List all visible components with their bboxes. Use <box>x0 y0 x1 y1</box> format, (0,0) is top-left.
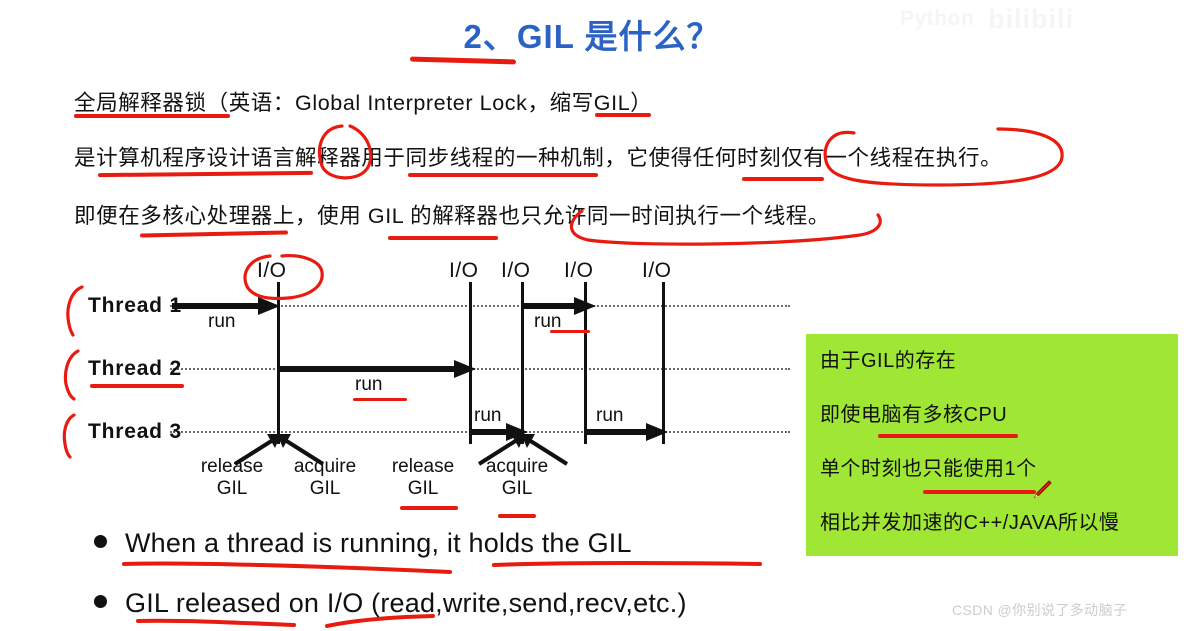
bracket-annotation-thread-1 <box>66 285 84 337</box>
bullet-text-1: When a thread is running, it holds the G… <box>125 528 632 558</box>
paragraph-definition: 全局解释器锁（英语：Global Interpreter Lock，缩写GIL） <box>74 91 653 115</box>
underline-annotation-acquire-gil-2 <box>498 514 536 518</box>
underline-annotation-bullet-2a <box>136 618 296 627</box>
underline-annotation-run-thread2 <box>353 398 407 401</box>
underline-annotation-tongbu <box>408 173 598 177</box>
io-label-2: I/O <box>449 259 479 282</box>
io-label-3: I/O <box>501 259 531 282</box>
run-label-thread3-seg1: run <box>474 405 502 426</box>
gil-event-release-2: release GIL <box>381 456 465 500</box>
underline-annotation-bullet-1a <box>122 561 452 574</box>
sweep-annotation-zhixing-yige-xiancheng <box>569 209 882 246</box>
gil-event-resource-acquire-2: GIL <box>501 478 533 499</box>
bullet-item-1: When a thread is running, it holds the G… <box>94 528 632 559</box>
green-summary-box: 由于GIL的存在 即使电脑有多核CPU 单个时刻也只能使用1个 相比并发加速的C… <box>806 334 1178 556</box>
green-box-line-3: 单个时刻也只能使用1个 <box>820 458 1037 480</box>
underline-annotation-jisuanji <box>97 170 314 178</box>
underline-annotation-shike <box>742 177 824 181</box>
page-title: 2、GIL 是什么？ <box>463 18 721 55</box>
gil-event-release-1: release GIL <box>190 456 274 500</box>
run-label-thread2-seg1: run <box>355 374 383 395</box>
gil-event-acquire-1: acquire GIL <box>283 456 367 500</box>
csdn-watermark: CSDN @你别说了多动脑子 <box>952 602 1128 618</box>
underline-annotation-quanju <box>74 114 230 118</box>
green-box-line-1: 由于GIL的存在 <box>820 350 957 372</box>
green-box-line-4: 相比并发加速的C++/JAVA所以慢 <box>820 512 1120 534</box>
gil-event-resource-acquire-1: GIL <box>309 478 341 499</box>
gil-event-acquire-2: acquire GIL <box>475 456 559 500</box>
gil-event-action-acquire-2: acquire <box>485 456 549 477</box>
bullet-dot-icon <box>94 595 107 608</box>
gil-event-resource-release-2: GIL <box>407 478 439 499</box>
pen-cursor-icon <box>1033 480 1052 499</box>
gil-timeline-diagram: I/O I/O I/O I/O I/O Thread 1 Thread 2 Th… <box>0 248 790 518</box>
bullet-dot-icon <box>94 535 107 548</box>
gil-event-action-release-2: release <box>391 456 455 477</box>
underline-annotation-bullet-1b <box>492 561 762 567</box>
thread-label-2: Thread 2 <box>88 357 182 380</box>
thread-label-3: Thread 3 <box>88 420 182 443</box>
run-label-thread3-seg2: run <box>596 405 624 426</box>
gil-event-action-acquire-1: acquire <box>293 456 357 477</box>
underline-annotation-gil-abbrev <box>595 113 651 117</box>
underline-annotation-duohe-cpu <box>878 434 1018 438</box>
bracket-annotation-thread-2 <box>63 349 80 401</box>
circle-annotation-jinyou-yige-xiancheng <box>823 127 1064 187</box>
underline-annotation-gil-jieshiqi <box>388 236 498 240</box>
bracket-annotation-thread-3 <box>62 413 76 459</box>
io-line-5 <box>662 282 665 444</box>
circle-annotation-jieshiqi <box>317 124 373 180</box>
run-label-thread1-seg1: run <box>208 311 236 332</box>
underline-annotation-run-thread1 <box>550 330 590 333</box>
underline-annotation-release-gil-2 <box>400 506 458 510</box>
green-box-line-2: 即使电脑有多核CPU <box>820 404 1008 426</box>
underline-annotation-thread-2 <box>90 384 184 388</box>
underline-annotation-bullet-2b <box>325 614 435 628</box>
underline-annotation-duohexin <box>139 230 289 238</box>
io-label-5: I/O <box>642 259 672 282</box>
gil-event-action-release-1: release <box>200 456 264 477</box>
underline-annotation-danger-shike <box>923 490 1036 494</box>
io-label-4: I/O <box>564 259 594 282</box>
thread-label-1: Thread 1 <box>88 294 182 317</box>
gil-event-resource-release-1: GIL <box>216 478 248 499</box>
thread-2-baseline <box>170 368 790 370</box>
